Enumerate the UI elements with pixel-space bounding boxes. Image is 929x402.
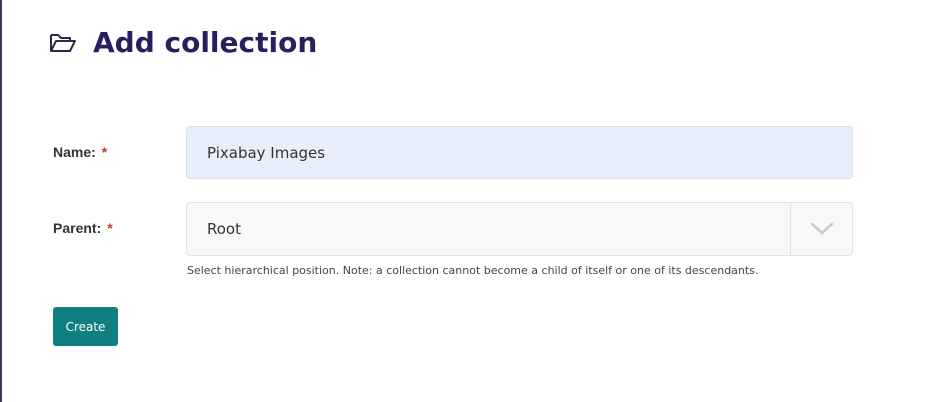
name-field[interactable] — [186, 126, 853, 179]
create-button[interactable]: Create — [53, 307, 118, 346]
parent-row: Parent: * — [53, 220, 187, 236]
name-label-text: Name: — [53, 144, 96, 160]
parent-help-text: Select hierarchical position. Note: a co… — [187, 264, 759, 277]
chevron-down-icon[interactable] — [790, 203, 852, 255]
parent-label: Parent: * — [53, 220, 187, 236]
page-title: Add collection — [93, 26, 318, 59]
parent-label-text: Parent: — [53, 220, 102, 236]
required-marker: * — [107, 220, 113, 236]
page-frame: Add collection Name: * Parent: * Root Sele… — [0, 0, 927, 402]
name-label: Name: * — [53, 144, 187, 160]
parent-select[interactable]: Root — [186, 202, 853, 256]
name-row: Name: * — [53, 144, 187, 160]
parent-select-value: Root — [207, 220, 241, 238]
page-header: Add collection — [49, 26, 317, 59]
folder-open-icon — [49, 31, 77, 55]
required-marker: * — [101, 144, 108, 160]
